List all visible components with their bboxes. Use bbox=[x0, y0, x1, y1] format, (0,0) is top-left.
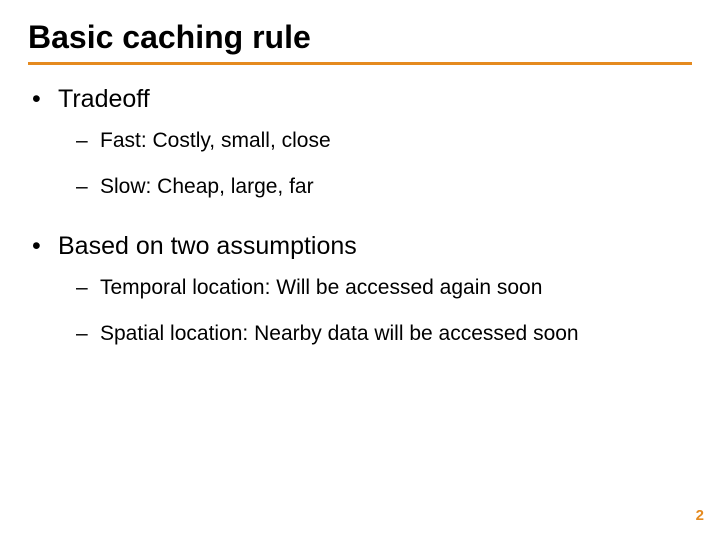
bullet-label: Based on two assumptions bbox=[58, 230, 357, 264]
sub-bullet-list: – Temporal location: Will be accessed ag… bbox=[28, 274, 692, 349]
list-item: – Fast: Costly, small, close bbox=[76, 127, 692, 155]
bullet-marker-icon: • bbox=[28, 83, 58, 117]
dash-marker-icon: – bbox=[76, 173, 100, 201]
list-item: – Temporal location: Will be accessed ag… bbox=[76, 274, 692, 302]
sub-bullet-text: Spatial location: Nearby data will be ac… bbox=[100, 320, 579, 348]
list-item: – Spatial location: Nearby data will be … bbox=[76, 320, 692, 348]
page-number: 2 bbox=[696, 507, 704, 524]
list-item: • Tradeoff – Fast: Costly, small, close … bbox=[28, 83, 692, 201]
bullet-label: Tradeoff bbox=[58, 83, 150, 117]
sub-bullet-text: Slow: Cheap, large, far bbox=[100, 173, 314, 201]
title-divider bbox=[28, 62, 692, 65]
dash-marker-icon: – bbox=[76, 127, 100, 155]
sub-bullet-list: – Fast: Costly, small, close – Slow: Che… bbox=[28, 127, 692, 202]
bullet-level-1: • Based on two assumptions bbox=[28, 230, 692, 264]
sub-bullet-text: Temporal location: Will be accessed agai… bbox=[100, 274, 542, 302]
bullet-level-1: • Tradeoff bbox=[28, 83, 692, 117]
slide-title: Basic caching rule bbox=[28, 18, 692, 56]
list-item: – Slow: Cheap, large, far bbox=[76, 173, 692, 201]
sub-bullet-text: Fast: Costly, small, close bbox=[100, 127, 331, 155]
list-item: • Based on two assumptions – Temporal lo… bbox=[28, 230, 692, 348]
slide: Basic caching rule • Tradeoff – Fast: Co… bbox=[0, 0, 720, 540]
dash-marker-icon: – bbox=[76, 274, 100, 302]
dash-marker-icon: – bbox=[76, 320, 100, 348]
bullet-list: • Tradeoff – Fast: Costly, small, close … bbox=[28, 83, 692, 348]
bullet-marker-icon: • bbox=[28, 230, 58, 264]
